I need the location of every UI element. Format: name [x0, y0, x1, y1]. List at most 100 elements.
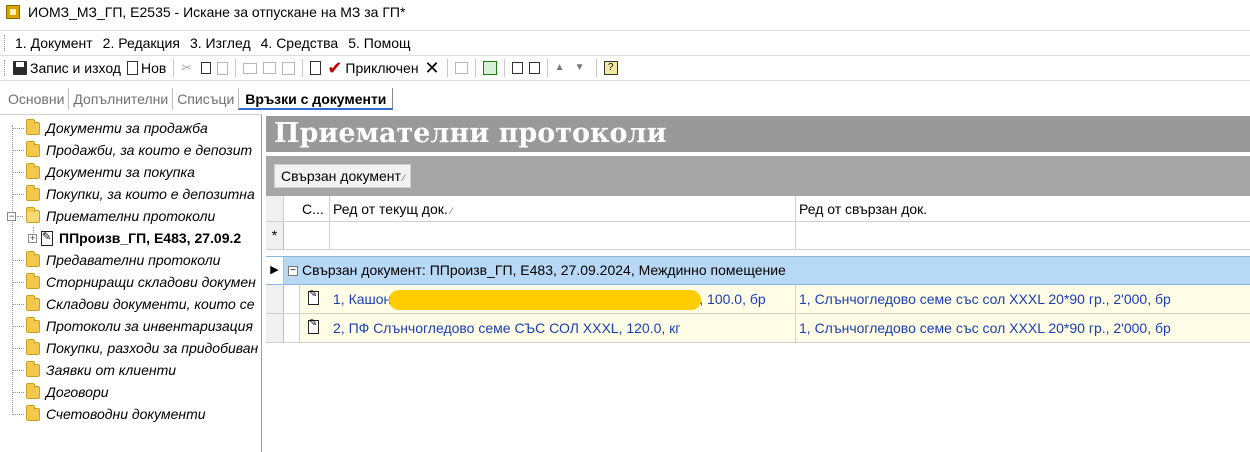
new-row-cell[interactable] [330, 222, 796, 249]
current-row-text-end: , 100.0, бр [699, 291, 766, 307]
toolbar-grip [4, 60, 7, 76]
tree-icon [454, 62, 468, 74]
toolbar-separator [235, 59, 237, 77]
toolbar-separator [546, 59, 548, 77]
tree-button[interactable] [452, 57, 471, 79]
folder-icon [26, 184, 40, 201]
collapse-icon[interactable]: − [7, 211, 16, 221]
tree-item-label: Документи за продажба [46, 120, 208, 136]
cancel-button[interactable]: ✕ [422, 57, 443, 79]
column-header-linked-row[interactable]: Ред от свързан док. [796, 196, 1250, 221]
tree-item-selected-document[interactable]: + ППроизв_ГП, Е483, 27.09.2 [28, 227, 241, 249]
tree-item-label: Складови документи, които се [46, 296, 255, 312]
new-row[interactable]: * [266, 222, 1250, 250]
tree-item-sales-documents[interactable]: Документи за продажба [12, 117, 208, 139]
column-header-current-row[interactable]: Ред от текущ док. ⁄ [330, 196, 796, 221]
copy-button[interactable] [198, 57, 214, 79]
folder-icon [26, 118, 40, 135]
export-icon [282, 61, 296, 75]
complete-button[interactable]: ✔ Приключен [324, 57, 421, 79]
move-up-button[interactable]: ▲ [552, 57, 572, 79]
tab-basic[interactable]: Основни [4, 88, 70, 110]
new-button[interactable]: Нов [124, 57, 169, 79]
menu-view[interactable]: 3. Изглед [186, 35, 257, 51]
linked-row-cell[interactable]: 1, Слънчогледово семе със сол XXXL 20*90… [796, 285, 1250, 313]
refresh-button[interactable] [480, 57, 500, 79]
tree-item-label: Заявки от клиенти [46, 362, 177, 378]
tree-item-label: Приемателни протоколи [46, 208, 216, 224]
folder-icon [26, 338, 40, 355]
sort-icon: ⁄ [450, 206, 453, 216]
save-and-exit-label: Запис и изход [30, 60, 121, 76]
new-row-cell[interactable] [284, 222, 330, 249]
printer-icon [243, 62, 258, 74]
folder-icon [26, 404, 40, 421]
linked-documents-panel: Приемателни протоколи Свързан документ ⁄ … [266, 114, 1250, 452]
save-and-exit-button[interactable]: Запис и изход [10, 57, 124, 79]
folder-icon [26, 382, 40, 399]
tree-item-contracts[interactable]: Договори [12, 381, 109, 403]
new-row-cell[interactable] [796, 222, 1250, 249]
group-row[interactable]: ▶ − Свързан документ: ППроизв_ГП, Е483, … [266, 256, 1250, 285]
edit-document-button[interactable] [307, 57, 324, 79]
print-button[interactable] [240, 57, 260, 79]
open-folder-icon [26, 206, 40, 223]
tree-item-purchases-with-deposit[interactable]: Покупки, за които е депозитна [12, 183, 255, 205]
tab-document-links[interactable]: Връзки с документи [238, 88, 394, 110]
group-by-linked-document-chip[interactable]: Свързан документ ⁄ [274, 164, 412, 188]
current-row-cell[interactable]: 1, Кашон , 100.0, бр [330, 285, 796, 313]
tab-lists[interactable]: Списъци [173, 88, 238, 110]
new-document-icon [126, 61, 138, 75]
group-chip-label: Свързан документ [281, 168, 401, 184]
new-document-button[interactable] [526, 57, 543, 79]
collapse-group-icon[interactable]: − [288, 266, 298, 276]
toolbar-separator [474, 59, 476, 77]
tree-item-inventory-protocols[interactable]: Протоколи за инвентаризация [12, 315, 253, 337]
copy-document-button[interactable] [509, 57, 526, 79]
checkmark-icon: ✔ [327, 58, 343, 78]
menu-edit[interactable]: 2. Редакция [99, 35, 186, 51]
tree-item-accounting-documents[interactable]: Счетоводни документи [12, 403, 206, 425]
folder-icon [26, 140, 40, 157]
menu-tools[interactable]: 4. Средства [257, 35, 345, 51]
table-row[interactable]: 1, Кашон , 100.0, бр 1, Слънчогледово сем… [266, 285, 1250, 314]
window-title: ИОМЗ_МЗ_ГП, Е2535 - Искане за отпускане … [28, 4, 406, 20]
linked-row-cell[interactable]: 1, Слънчогледово семе със сол XXXL 20*90… [796, 314, 1250, 342]
tree-item-client-orders[interactable]: Заявки от клиенти [12, 359, 176, 381]
tree-item-handover-protocols[interactable]: Предавателни протоколи [12, 249, 220, 271]
tab-additional[interactable]: Допълнителни [69, 88, 174, 110]
tree-item-acceptance-protocols[interactable]: − Приемателни протоколи [7, 205, 215, 227]
document-icon[interactable] [308, 289, 319, 305]
current-row-cell[interactable]: 2, ПФ Слънчогледово семе СЪС СОЛ XXXL, 1… [330, 314, 796, 342]
move-down-button[interactable]: ▼ [572, 57, 592, 79]
header-indicator [266, 196, 284, 221]
row-indent [284, 285, 300, 313]
folder-icon [26, 360, 40, 377]
tree-item-reversing-warehouse-docs[interactable]: Сторниращи складови докумен [12, 271, 256, 293]
menu-help[interactable]: 5. Помощ [344, 35, 416, 51]
copy-document-icon [511, 62, 523, 74]
print-preview-icon [263, 62, 277, 74]
tree-item-purchase-documents[interactable]: Документи за покупка [12, 161, 195, 183]
export-button[interactable] [279, 57, 298, 79]
paste-button[interactable] [214, 57, 231, 79]
folder-icon [26, 250, 40, 267]
toolbar-separator [173, 59, 175, 77]
tab-strip: Основни Допълнителни Списъци Връзки с до… [0, 86, 1250, 110]
refresh-icon [482, 61, 497, 75]
tree-item-sales-with-deposit[interactable]: Продажби, за които е депозит [12, 139, 252, 161]
column-header-c[interactable]: С... [284, 196, 330, 221]
tree-item-label: Продажби, за които е депозит [46, 142, 253, 158]
complete-label: Приключен [345, 60, 419, 76]
print-preview-button[interactable] [260, 57, 279, 79]
tree-item-label: Договори [46, 384, 109, 400]
tree-item-label: Сторниращи складови докумен [46, 274, 256, 290]
tree-item-acquisition-purchases[interactable]: Покупки, разходи за придобиван [12, 337, 258, 359]
help-button[interactable]: ? [601, 57, 621, 79]
cut-button[interactable]: ✂ [178, 57, 198, 79]
document-icon[interactable] [308, 318, 319, 334]
expand-icon[interactable]: + [28, 233, 37, 243]
table-row[interactable]: 2, ПФ Слънчогледово семе СЪС СОЛ XXXL, 1… [266, 314, 1250, 343]
menu-document[interactable]: 1. Документ [11, 35, 99, 51]
tree-item-warehouse-documents[interactable]: Складови документи, които се [12, 293, 255, 315]
